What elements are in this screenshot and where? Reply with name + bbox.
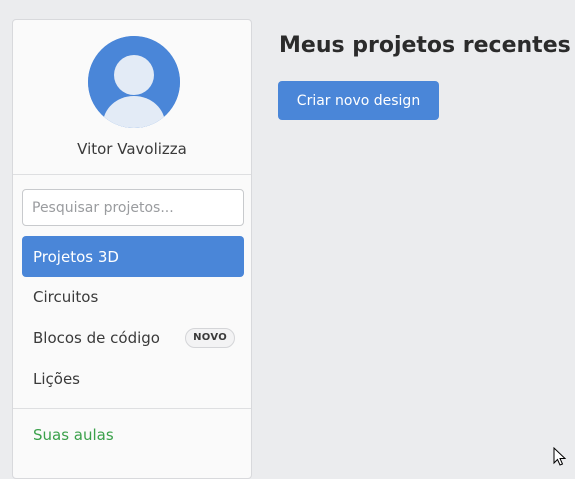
page-title: Meus projetos recentes — [279, 33, 571, 58]
sidebar-item-label: Lições — [33, 369, 80, 388]
sidebar-divider — [13, 408, 251, 409]
sidebar: Vitor Vavolizza Projetos 3D Circuitos Bl… — [12, 19, 252, 479]
mouse-cursor-icon — [553, 447, 567, 466]
sidebar-item-projetos-3d[interactable]: Projetos 3D — [22, 236, 244, 277]
sidebar-item-label: Projetos 3D — [33, 247, 119, 266]
sidebar-item-licoes[interactable]: Lições — [22, 358, 244, 399]
create-design-button[interactable]: Criar novo design — [278, 81, 439, 120]
new-badge: NOVO — [185, 328, 235, 348]
sidebar-item-label: Circuitos — [33, 287, 99, 306]
user-avatar-icon[interactable] — [88, 36, 180, 128]
sidebar-item-circuitos[interactable]: Circuitos — [22, 276, 244, 317]
sidebar-divider — [13, 174, 251, 175]
user-name: Vitor Vavolizza — [77, 140, 187, 158]
classes-link[interactable]: Suas aulas — [33, 426, 114, 444]
sidebar-item-blocos-de-codigo[interactable]: Blocos de código NOVO — [22, 317, 244, 358]
sidebar-item-label: Blocos de código — [33, 328, 160, 347]
search-input[interactable] — [22, 189, 244, 226]
